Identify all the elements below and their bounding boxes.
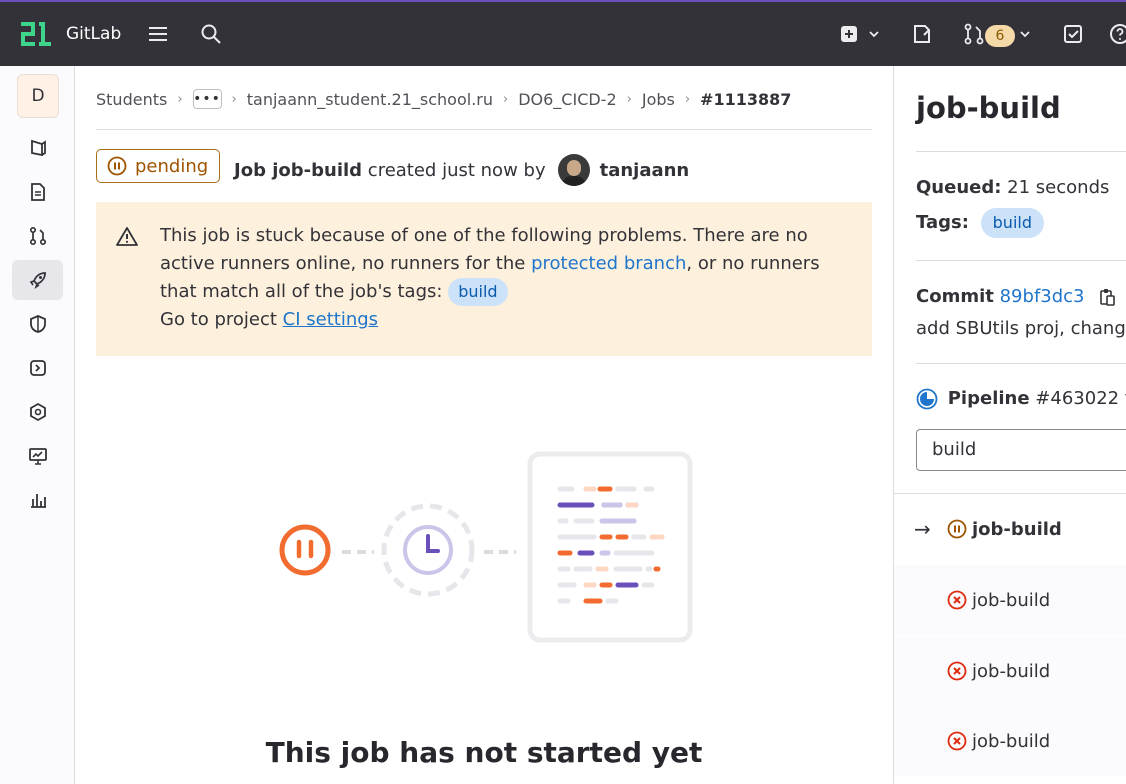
arrow-right-icon: → bbox=[914, 517, 931, 541]
breadcrumb-separator: › bbox=[503, 91, 509, 107]
list-item[interactable]: job-build bbox=[894, 636, 1126, 706]
issues-icon[interactable] bbox=[910, 22, 934, 46]
queued-row: Queued: 21 seconds bbox=[916, 177, 1109, 198]
job-header: Job job-build created just now by tanjaa… bbox=[234, 154, 689, 186]
operate-icon[interactable] bbox=[12, 392, 63, 432]
breadcrumb-namespace[interactable]: tanjaann_student.21_school.ru bbox=[247, 90, 493, 109]
alert-body: This job is stuck because of one of the … bbox=[160, 222, 860, 334]
breadcrumb-separator: › bbox=[684, 91, 691, 107]
failed-icon bbox=[947, 661, 967, 681]
stuck-job-alert: This job is stuck because of one of the … bbox=[96, 202, 872, 356]
status-badge[interactable]: pending bbox=[96, 149, 220, 183]
plus-square-icon[interactable] bbox=[837, 22, 861, 46]
job-sidebar: job-build Queued: 21 seconds Tags: build… bbox=[893, 66, 1126, 784]
ci-settings-link[interactable]: CI settings bbox=[283, 309, 378, 330]
chevron-down-icon[interactable] bbox=[1019, 28, 1031, 40]
commit-sha-link[interactable]: 89bf3dc3 bbox=[1000, 286, 1085, 307]
divider bbox=[916, 363, 1126, 364]
commit-message: add SBUtils proj, change bbox=[916, 318, 1126, 339]
list-item[interactable]: → job-build bbox=[894, 494, 1126, 564]
deploy-icon[interactable] bbox=[12, 348, 63, 388]
breadcrumb-separator: › bbox=[231, 91, 237, 107]
job-list-name: job-build bbox=[972, 730, 1051, 752]
queued-label: Queued: bbox=[916, 177, 1002, 198]
project-overview-icon[interactable] bbox=[12, 128, 63, 168]
job-prefix: Job bbox=[234, 159, 266, 181]
help-icon[interactable] bbox=[1108, 22, 1126, 46]
pipeline-row: Pipeline #463022 for bbox=[916, 388, 1126, 410]
protected-branch-link[interactable]: protected branch bbox=[531, 253, 686, 274]
avatar[interactable] bbox=[557, 154, 590, 186]
queued-value: 21 seconds bbox=[1007, 177, 1110, 198]
divider bbox=[916, 260, 1126, 261]
search-icon[interactable] bbox=[199, 22, 223, 46]
breadcrumb: Students › ••• › tanjaann_student.21_sch… bbox=[96, 88, 791, 110]
todo-icon[interactable] bbox=[1061, 22, 1085, 46]
failed-icon bbox=[947, 731, 967, 751]
breadcrumb-jobs[interactable]: Jobs bbox=[642, 90, 675, 109]
code-icon[interactable] bbox=[12, 172, 63, 212]
merge-requests-icon[interactable] bbox=[12, 216, 63, 256]
gitlab-logo[interactable] bbox=[19, 21, 53, 47]
analyze-icon[interactable] bbox=[12, 480, 63, 520]
commit-label: Commit bbox=[916, 286, 994, 307]
job-list-name: job-build bbox=[972, 589, 1051, 611]
job-name: job-build bbox=[272, 159, 363, 181]
job-list-name: job-build bbox=[972, 660, 1051, 682]
pending-job-illustration bbox=[279, 451, 693, 643]
job-author[interactable]: tanjaann bbox=[600, 160, 690, 181]
monitor-icon[interactable] bbox=[12, 436, 63, 476]
sidebar-job-title: job-build bbox=[916, 91, 1061, 125]
failed-icon bbox=[947, 590, 967, 610]
tag-badge: build bbox=[448, 278, 508, 306]
pipeline-running-icon[interactable] bbox=[916, 388, 938, 410]
breadcrumb-more-button[interactable]: ••• bbox=[192, 89, 222, 109]
commit-row: Commit 89bf3dc3 bbox=[916, 286, 1116, 307]
project-avatar[interactable]: D bbox=[17, 74, 59, 118]
pending-icon bbox=[107, 156, 127, 176]
pipeline-id[interactable]: #463022 for bbox=[1035, 388, 1126, 409]
list-item[interactable]: job-build bbox=[894, 706, 1126, 776]
breadcrumb-students[interactable]: Students bbox=[96, 90, 167, 109]
pipeline-label: Pipeline bbox=[947, 388, 1030, 409]
breadcrumb-separator: › bbox=[626, 91, 632, 107]
tags-row: Tags: build bbox=[916, 208, 1044, 238]
breadcrumb-project[interactable]: DO6_CICD-2 bbox=[518, 90, 616, 109]
job-list-name: job-build bbox=[972, 518, 1062, 540]
breadcrumb-current-job[interactable]: #1113887 bbox=[700, 90, 791, 109]
status-label: pending bbox=[135, 155, 209, 177]
tag-badge: build bbox=[980, 208, 1044, 238]
pending-icon bbox=[947, 519, 967, 539]
chevron-down-icon[interactable] bbox=[868, 28, 880, 40]
brand-name[interactable]: GitLab bbox=[66, 24, 121, 44]
divider bbox=[916, 151, 1126, 152]
breadcrumb-separator: › bbox=[177, 91, 183, 107]
secure-shield-icon[interactable] bbox=[12, 304, 63, 344]
empty-state-title: This job has not started yet bbox=[265, 736, 703, 769]
stage-dropdown[interactable]: build bbox=[916, 429, 1126, 471]
alert-line-3: Go to project bbox=[160, 309, 283, 330]
divider bbox=[96, 129, 872, 130]
copy-icon[interactable] bbox=[1098, 288, 1116, 306]
job-created-text: created just now by bbox=[367, 159, 546, 181]
top-bar: GitLab 6 bbox=[0, 0, 1126, 66]
tags-label: Tags: bbox=[916, 212, 969, 233]
merge-request-count[interactable]: 6 bbox=[985, 25, 1015, 47]
merge-request-icon[interactable] bbox=[962, 22, 986, 46]
build-rocket-icon[interactable] bbox=[12, 260, 63, 300]
hamburger-icon[interactable] bbox=[146, 22, 170, 46]
warning-icon bbox=[116, 227, 138, 246]
list-item[interactable]: job-build bbox=[894, 565, 1126, 635]
